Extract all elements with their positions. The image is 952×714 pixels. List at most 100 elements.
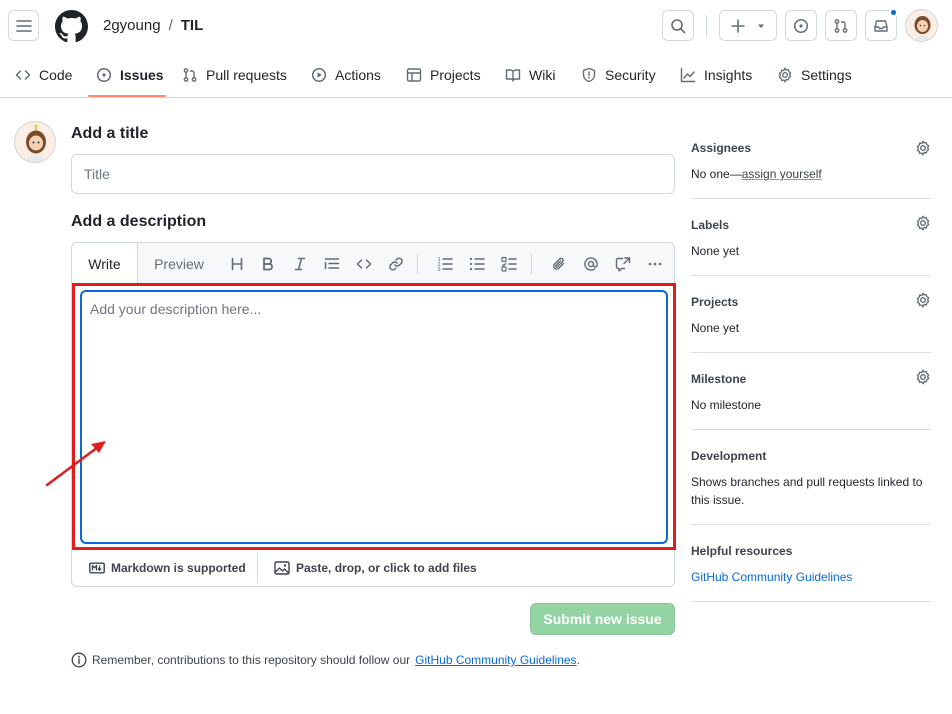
ordered-list-button[interactable]: 123: [434, 253, 456, 275]
breadcrumb: 2gyoung / TIL: [103, 17, 203, 34]
book-icon: [505, 68, 521, 82]
image-icon: [274, 561, 290, 575]
search-icon: [671, 18, 686, 33]
assignees-value: No one—assign yourself: [691, 165, 822, 183]
helpful-guidelines-link[interactable]: GitHub Community Guidelines: [691, 568, 852, 586]
projects-value: None yet: [691, 321, 740, 335]
tab-settings-label: Settings: [801, 66, 852, 83]
task-list-button[interactable]: [498, 253, 520, 275]
development-value: Shows branches and pull requests linked …: [691, 475, 923, 507]
tab-actions[interactable]: Actions: [311, 52, 381, 97]
notification-dot: [889, 8, 898, 17]
heading-icon: [231, 257, 243, 271]
svg-text:3: 3: [438, 267, 441, 272]
code-icon: [15, 69, 31, 80]
pull-requests-button[interactable]: [825, 10, 857, 41]
attach-note: Paste, drop, or click to add files: [296, 561, 477, 575]
tab-security[interactable]: Security: [581, 52, 656, 97]
link-icon: [389, 257, 403, 271]
development-heading: Development: [691, 449, 767, 463]
bold-icon: [263, 257, 273, 271]
heading-button[interactable]: [226, 253, 248, 275]
sidebar-milestone: Milestone No milestone: [691, 353, 931, 430]
gear-icon[interactable]: [915, 292, 931, 308]
unordered-list-icon: [469, 257, 485, 271]
sidebar-labels: Labels None yet: [691, 199, 931, 276]
github-logo-icon[interactable]: [55, 10, 88, 43]
tab-settings[interactable]: Settings: [777, 52, 852, 97]
paperclip-icon: [553, 257, 565, 270]
milestone-heading: Milestone: [691, 372, 747, 386]
graph-icon: [680, 67, 696, 82]
tab-insights[interactable]: Insights: [680, 52, 752, 97]
tab-projects[interactable]: Projects: [406, 52, 481, 97]
italic-icon: [294, 257, 306, 271]
tab-code-label: Code: [39, 66, 73, 83]
mention-button[interactable]: [580, 253, 602, 275]
pull-request-icon: [183, 67, 197, 82]
link-button[interactable]: [385, 253, 407, 275]
write-tab[interactable]: Write: [72, 243, 138, 285]
avatar-icon: [26, 124, 46, 162]
cross-reference-button[interactable]: [612, 253, 634, 275]
tab-actions-label: Actions: [335, 66, 381, 83]
git-pull-request-icon: [834, 18, 848, 33]
gear-icon: [778, 67, 792, 82]
submit-new-issue-button[interactable]: Submit new issue: [530, 603, 675, 635]
labels-value: None yet: [691, 244, 740, 258]
issues-button[interactable]: [785, 10, 817, 41]
helpful-resources-heading: Helpful resources: [691, 544, 793, 558]
markdown-editor: Write Preview 123 Add your description h…: [71, 242, 675, 587]
tab-wiki-label: Wiki: [529, 66, 556, 83]
sidebar-helpful-resources: Helpful resources GitHub Community Guide…: [691, 525, 931, 602]
attach-button[interactable]: [548, 253, 570, 275]
task-list-icon: [501, 256, 517, 272]
markdown-supported-link[interactable]: Markdown is supported: [89, 549, 246, 587]
tab-projects-label: Projects: [430, 66, 481, 83]
repo-nav: Code Issues Pull requests Actions Projec…: [0, 52, 952, 98]
info-icon: [71, 652, 87, 668]
quote-button[interactable]: [321, 253, 343, 275]
tab-pull-requests[interactable]: Pull requests: [182, 52, 287, 97]
author-avatar[interactable]: [14, 121, 56, 163]
user-avatar[interactable]: [905, 9, 938, 42]
projects-heading: Projects: [691, 295, 739, 309]
repo-name-link[interactable]: TIL: [181, 17, 204, 34]
add-files-button[interactable]: Paste, drop, or click to add files: [274, 549, 477, 587]
preview-tab[interactable]: Preview: [146, 243, 212, 284]
repo-owner-link[interactable]: 2gyoung: [103, 17, 161, 34]
search-button[interactable]: [662, 10, 694, 41]
code-icon: [356, 259, 372, 269]
toolbar-divider: [417, 254, 418, 274]
inbox-icon: [874, 19, 888, 32]
bold-button[interactable]: [257, 253, 279, 275]
description-textarea[interactable]: [80, 290, 668, 544]
toolbar-divider: [531, 254, 532, 274]
editor-toolbar: Write Preview 123: [72, 243, 674, 285]
italic-button[interactable]: [289, 253, 311, 275]
breadcrumb-separator: /: [168, 17, 173, 34]
unordered-list-button[interactable]: [466, 253, 488, 275]
gear-icon[interactable]: [915, 369, 931, 385]
gear-icon[interactable]: [915, 215, 931, 231]
menu-button[interactable]: [8, 10, 39, 41]
editor-footer: Markdown is supported Paste, drop, or cl…: [72, 549, 674, 587]
more-options-button[interactable]: [644, 253, 666, 275]
tab-issues[interactable]: Issues: [96, 52, 164, 97]
code-button[interactable]: [353, 253, 375, 275]
tab-code[interactable]: Code: [15, 52, 72, 97]
markdown-note: Markdown is supported: [111, 561, 246, 575]
contribution-note: Remember, contributions to this reposito…: [71, 652, 580, 668]
gear-icon[interactable]: [915, 140, 931, 156]
triangle-down-icon: [758, 24, 764, 28]
create-new-button[interactable]: [719, 10, 777, 41]
tab-security-label: Security: [605, 66, 656, 83]
title-input[interactable]: [71, 154, 675, 194]
community-guidelines-link[interactable]: GitHub Community Guidelines: [415, 653, 576, 667]
shield-icon: [582, 67, 596, 82]
quote-icon: [324, 258, 340, 270]
tab-wiki[interactable]: Wiki: [505, 52, 555, 97]
milestone-value: No milestone: [691, 398, 762, 412]
assign-yourself-link[interactable]: assign yourself: [742, 167, 822, 181]
tab-issues-label: Issues: [120, 66, 164, 83]
